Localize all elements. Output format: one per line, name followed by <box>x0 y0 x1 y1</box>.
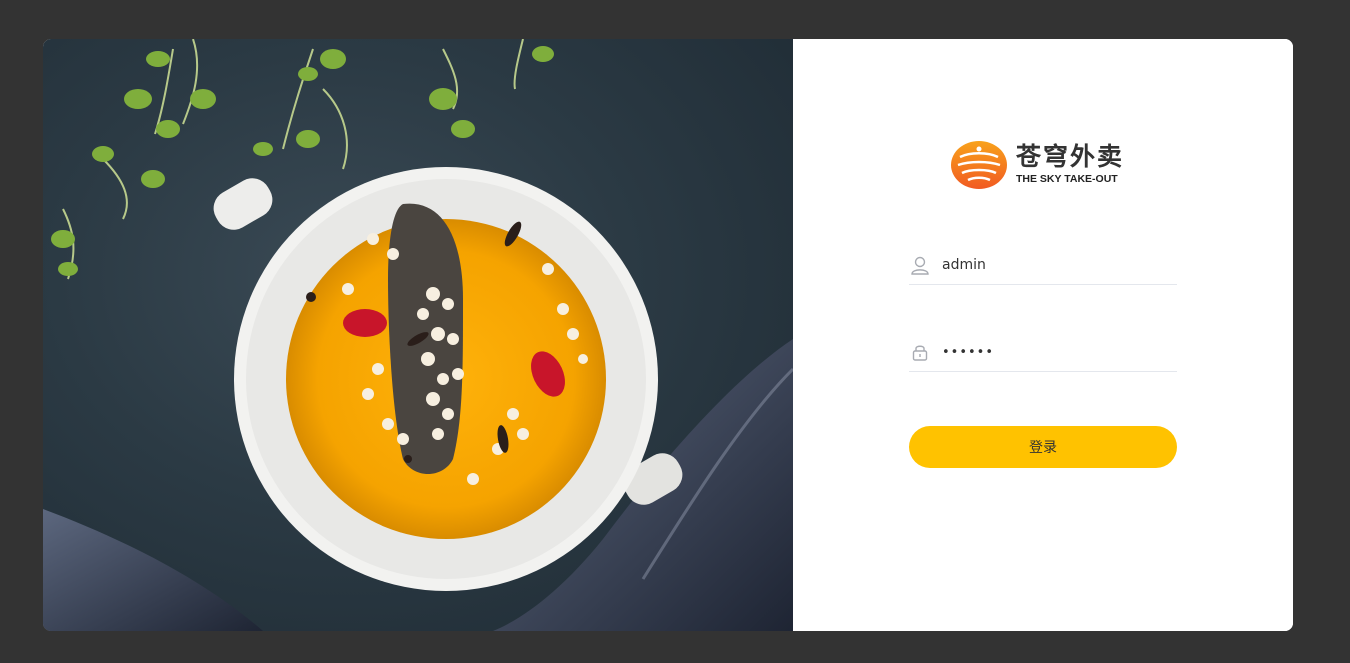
brand-logo-icon <box>950 140 1008 190</box>
username-input[interactable] <box>942 250 1162 280</box>
brand-name-en: THE SKY TAKE-OUT <box>1016 173 1118 185</box>
brand-logo: 苍穹外卖 THE SKY TAKE-OUT <box>950 140 1124 190</box>
password-input[interactable] <box>942 337 1162 367</box>
password-field <box>909 333 1177 372</box>
user-icon <box>909 254 931 276</box>
username-field <box>909 246 1177 285</box>
login-button[interactable]: 登录 <box>909 426 1177 468</box>
brand-name-cn: 苍穹外卖 <box>1016 142 1125 171</box>
login-card: 苍穹外卖 THE SKY TAKE-OUT admin •••••• 登录 <box>43 39 1293 631</box>
login-panel: 苍穹外卖 THE SKY TAKE-OUT admin •••••• 登录 <box>793 39 1293 631</box>
lock-icon <box>909 341 931 363</box>
soup-bowl-illustration <box>43 39 793 631</box>
food-photo <box>43 39 793 631</box>
